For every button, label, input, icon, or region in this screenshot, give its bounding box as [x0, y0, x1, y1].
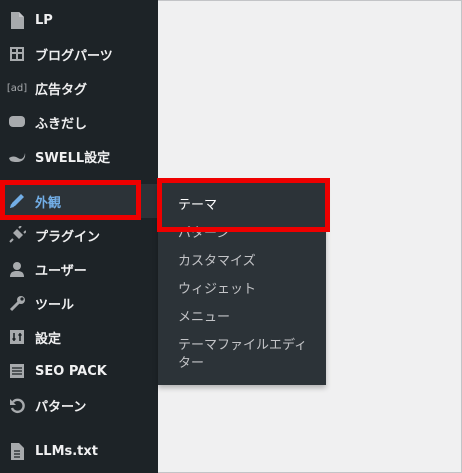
menu-item-settings[interactable]: 設定	[0, 320, 158, 354]
menu-item-label: ふきだし	[35, 116, 88, 132]
page-icon	[7, 10, 27, 30]
menu-item-label: SWELL設定	[35, 150, 111, 166]
list-icon	[7, 361, 27, 381]
speech-bubble-icon	[7, 112, 27, 132]
user-icon	[7, 259, 27, 279]
document-icon	[7, 441, 27, 461]
menu-item-label: 広告タグ	[35, 82, 88, 98]
menu-item-users[interactable]: ユーザー	[0, 252, 158, 286]
plugin-icon	[7, 225, 27, 245]
menu-item-patterns[interactable]: パターン	[0, 388, 158, 422]
menu-item-speech-bubble[interactable]: ふきだし	[0, 105, 158, 139]
menu-item-swell-settings[interactable]: SWELL設定	[0, 139, 158, 173]
menu-item-lp[interactable]: LP	[0, 3, 158, 37]
settings-icon	[7, 327, 27, 347]
menu-item-blog-parts[interactable]: ブログパーツ	[0, 37, 158, 71]
menu-item-tools[interactable]: ツール	[0, 286, 158, 320]
swell-icon	[7, 146, 27, 166]
highlight-appearance	[0, 180, 141, 220]
submenu-item-widgets[interactable]: ウィジェット	[178, 281, 256, 299]
submenu-item-theme-file-editor[interactable]: テーマファイルエディ ター	[178, 337, 318, 373]
highlight-theme	[157, 178, 330, 232]
menu-item-label: LLMs.txt	[35, 443, 98, 459]
blocks-icon	[7, 44, 27, 64]
menu-item-ad-tag[interactable]: [ad] 広告タグ	[0, 71, 158, 105]
admin-sidebar: LP ブログパーツ [ad] 広告タグ ふきだし SWELL設定 外観 プラグイ…	[0, 0, 158, 473]
menu-item-plugins[interactable]: プラグイン	[0, 218, 158, 252]
menu-item-seo-pack[interactable]: SEO PACK	[0, 354, 158, 388]
menu-item-label: プラグイン	[35, 229, 101, 245]
undo-icon	[7, 395, 27, 415]
submenu-item-menus[interactable]: メニュー	[178, 309, 230, 327]
menu-item-label: ツール	[35, 297, 75, 313]
menu-item-llms-txt[interactable]: LLMs.txt	[0, 434, 158, 468]
menu-item-label: LP	[35, 12, 53, 28]
menu-item-label: 設定	[35, 331, 62, 347]
menu-item-label: ユーザー	[35, 263, 87, 279]
menu-item-label: パターン	[35, 399, 87, 415]
menu-item-label: SEO PACK	[35, 363, 107, 379]
ad-icon: [ad]	[6, 82, 28, 94]
submenu-item-customize[interactable]: カスタマイズ	[178, 253, 256, 271]
wrench-icon	[7, 293, 27, 313]
menu-item-label: ブログパーツ	[35, 48, 113, 64]
